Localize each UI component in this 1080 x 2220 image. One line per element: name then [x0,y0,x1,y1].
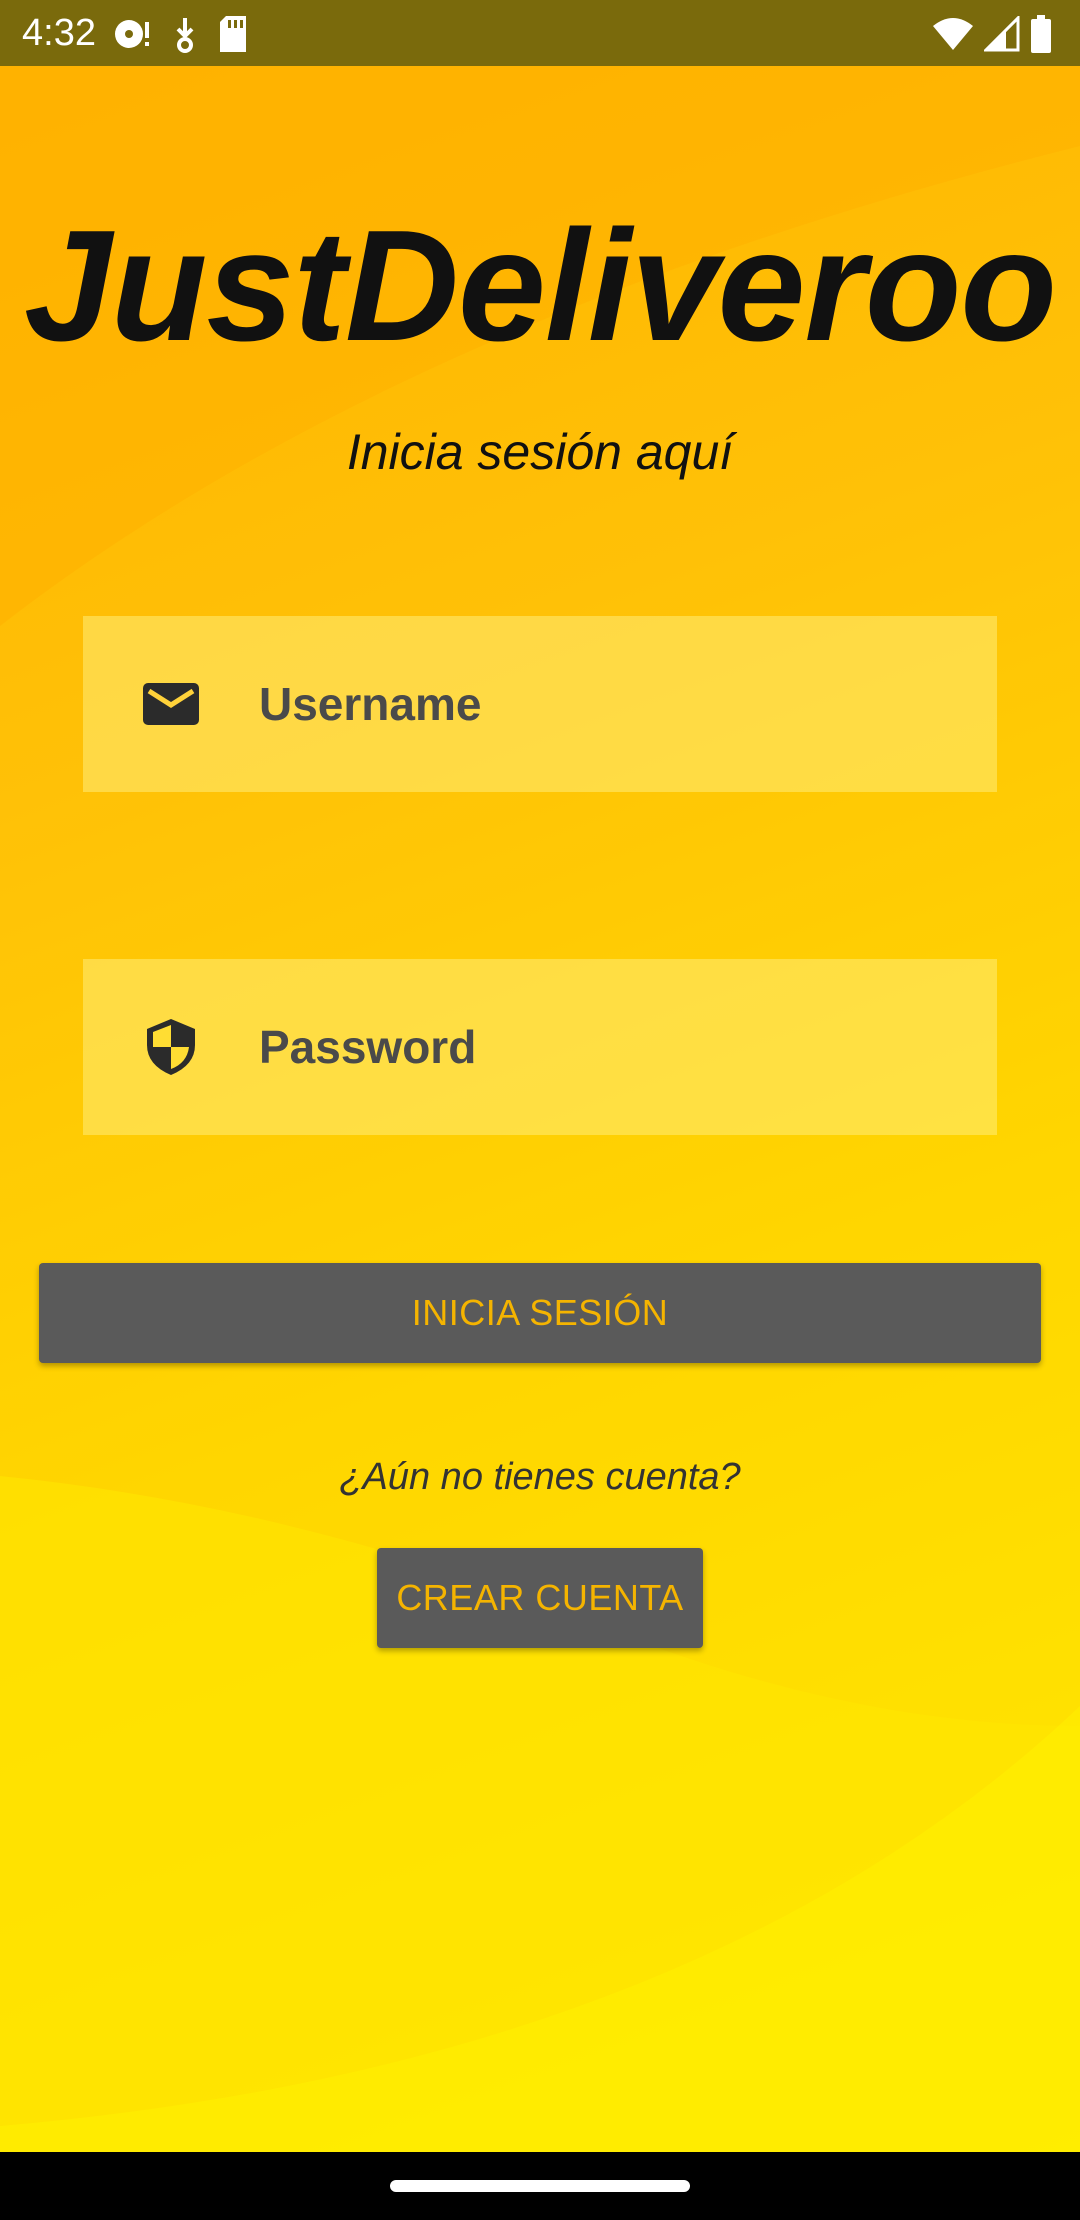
password-input[interactable] [259,1009,959,1085]
username-input[interactable] [259,666,959,742]
login-subtitle: Inicia sesión aquí [346,424,734,480]
status-icons-right [932,14,1052,54]
username-field[interactable] [83,616,997,792]
shield-icon [147,1019,195,1075]
download-icon [176,18,194,53]
login-screen: 4:32 JustDeliveroo Inicia sesión aquí Us… [0,0,1080,2220]
wifi-icon [933,18,973,50]
app-content: JustDeliveroo Inicia sesión aquí INICIA … [0,66,1080,2152]
status-bar: 4:32 [0,0,1080,66]
battery-icon [1031,15,1051,53]
password-field[interactable] [83,959,997,1135]
signal-icon [984,16,1020,52]
login-button[interactable]: INICIA SESIÓN [39,1263,1041,1363]
create-account-button[interactable]: CREAR CUENTA [377,1548,703,1648]
media-icon [115,20,149,48]
app-title: JustDeliveroo [24,198,1057,374]
navigation-bar [0,2152,1080,2220]
status-time: 4:32 [22,12,96,54]
sd-card-icon [220,16,246,52]
home-handle[interactable] [390,2180,690,2192]
email-icon [143,683,199,725]
status-icons-left [112,14,248,54]
no-account-text: ¿Aún no tienes cuenta? [339,1456,741,1498]
